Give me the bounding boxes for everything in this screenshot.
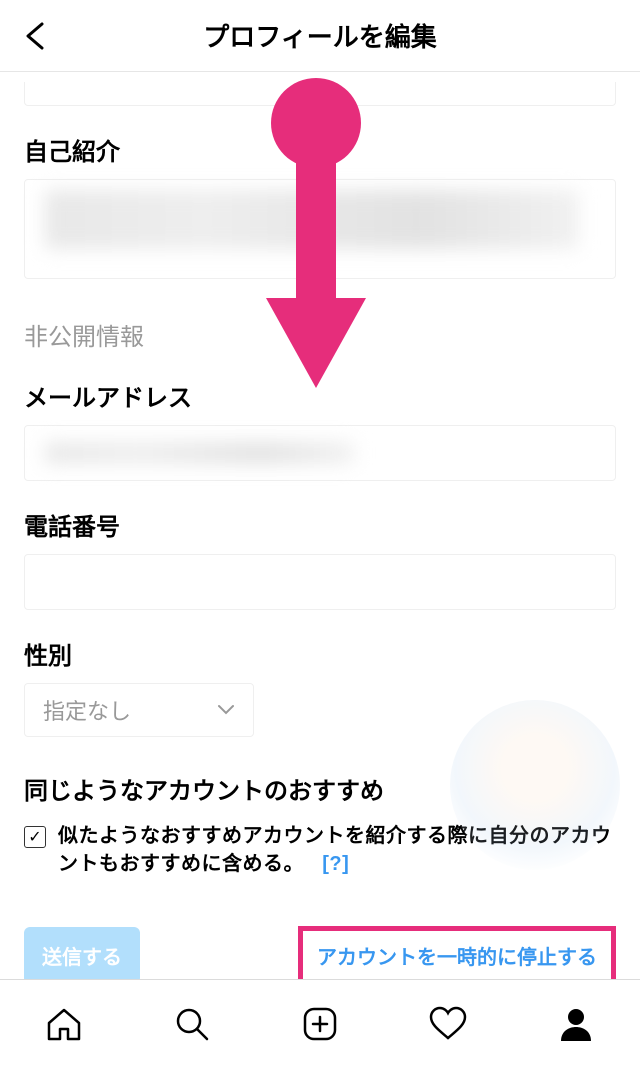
private-info-section-header: 非公開情報 — [24, 317, 616, 352]
suggestions-label: 同じようなアカウントのおすすめ — [24, 771, 616, 806]
suggestions-checkbox-text: 似たようなおすすめアカウントを紹介する際に自分のアカウントもおすすめに含める。 … — [58, 822, 616, 878]
gender-select[interactable]: 指定なし — [24, 683, 254, 737]
suggestions-checkbox-row: ✓ 似たようなおすすめアカウントを紹介する際に自分のアカウントもおすすめに含める… — [24, 822, 616, 878]
nav-activity[interactable] — [426, 1002, 470, 1046]
phone-input[interactable] — [24, 554, 616, 610]
profile-icon — [557, 1005, 595, 1043]
partial-field-above[interactable] — [24, 82, 616, 106]
content-scroll[interactable]: 自己紹介 非公開情報 メールアドレス 電話番号 性別 指定なし 同じようなアカウ… — [0, 72, 640, 979]
email-input[interactable] — [24, 425, 616, 481]
back-button[interactable] — [20, 21, 50, 51]
page-title: プロフィールを編集 — [203, 17, 436, 54]
nav-home[interactable] — [42, 1002, 86, 1046]
submit-button[interactable]: 送信する — [24, 927, 140, 979]
blurred-content — [45, 442, 354, 464]
deactivate-highlight: アカウントを一時的に停止する — [298, 926, 616, 979]
gender-select-value: 指定なし — [43, 694, 131, 726]
chevron-down-icon — [217, 704, 235, 716]
phone-label: 電話番号 — [24, 507, 616, 542]
nav-search[interactable] — [170, 1002, 214, 1046]
check-icon: ✓ — [28, 827, 41, 847]
plus-square-icon — [301, 1005, 339, 1043]
heart-icon — [428, 1005, 468, 1043]
help-link[interactable]: [?] — [322, 853, 349, 875]
action-row: 送信する アカウントを一時的に停止する — [24, 926, 616, 979]
gender-label: 性別 — [24, 636, 616, 671]
bio-textarea[interactable] — [24, 179, 616, 279]
header-bar: プロフィールを編集 — [0, 0, 640, 72]
bottom-nav — [0, 979, 640, 1067]
nav-profile[interactable] — [554, 1002, 598, 1046]
blurred-content — [45, 190, 579, 249]
search-icon — [173, 1005, 211, 1043]
suggestions-checkbox[interactable]: ✓ — [24, 826, 46, 848]
deactivate-account-link[interactable]: アカウントを一時的に停止する — [317, 947, 597, 969]
bio-label: 自己紹介 — [24, 132, 616, 167]
email-label: メールアドレス — [24, 378, 616, 413]
home-icon — [45, 1005, 83, 1043]
nav-add[interactable] — [298, 1002, 342, 1046]
chevron-left-icon — [24, 21, 46, 51]
